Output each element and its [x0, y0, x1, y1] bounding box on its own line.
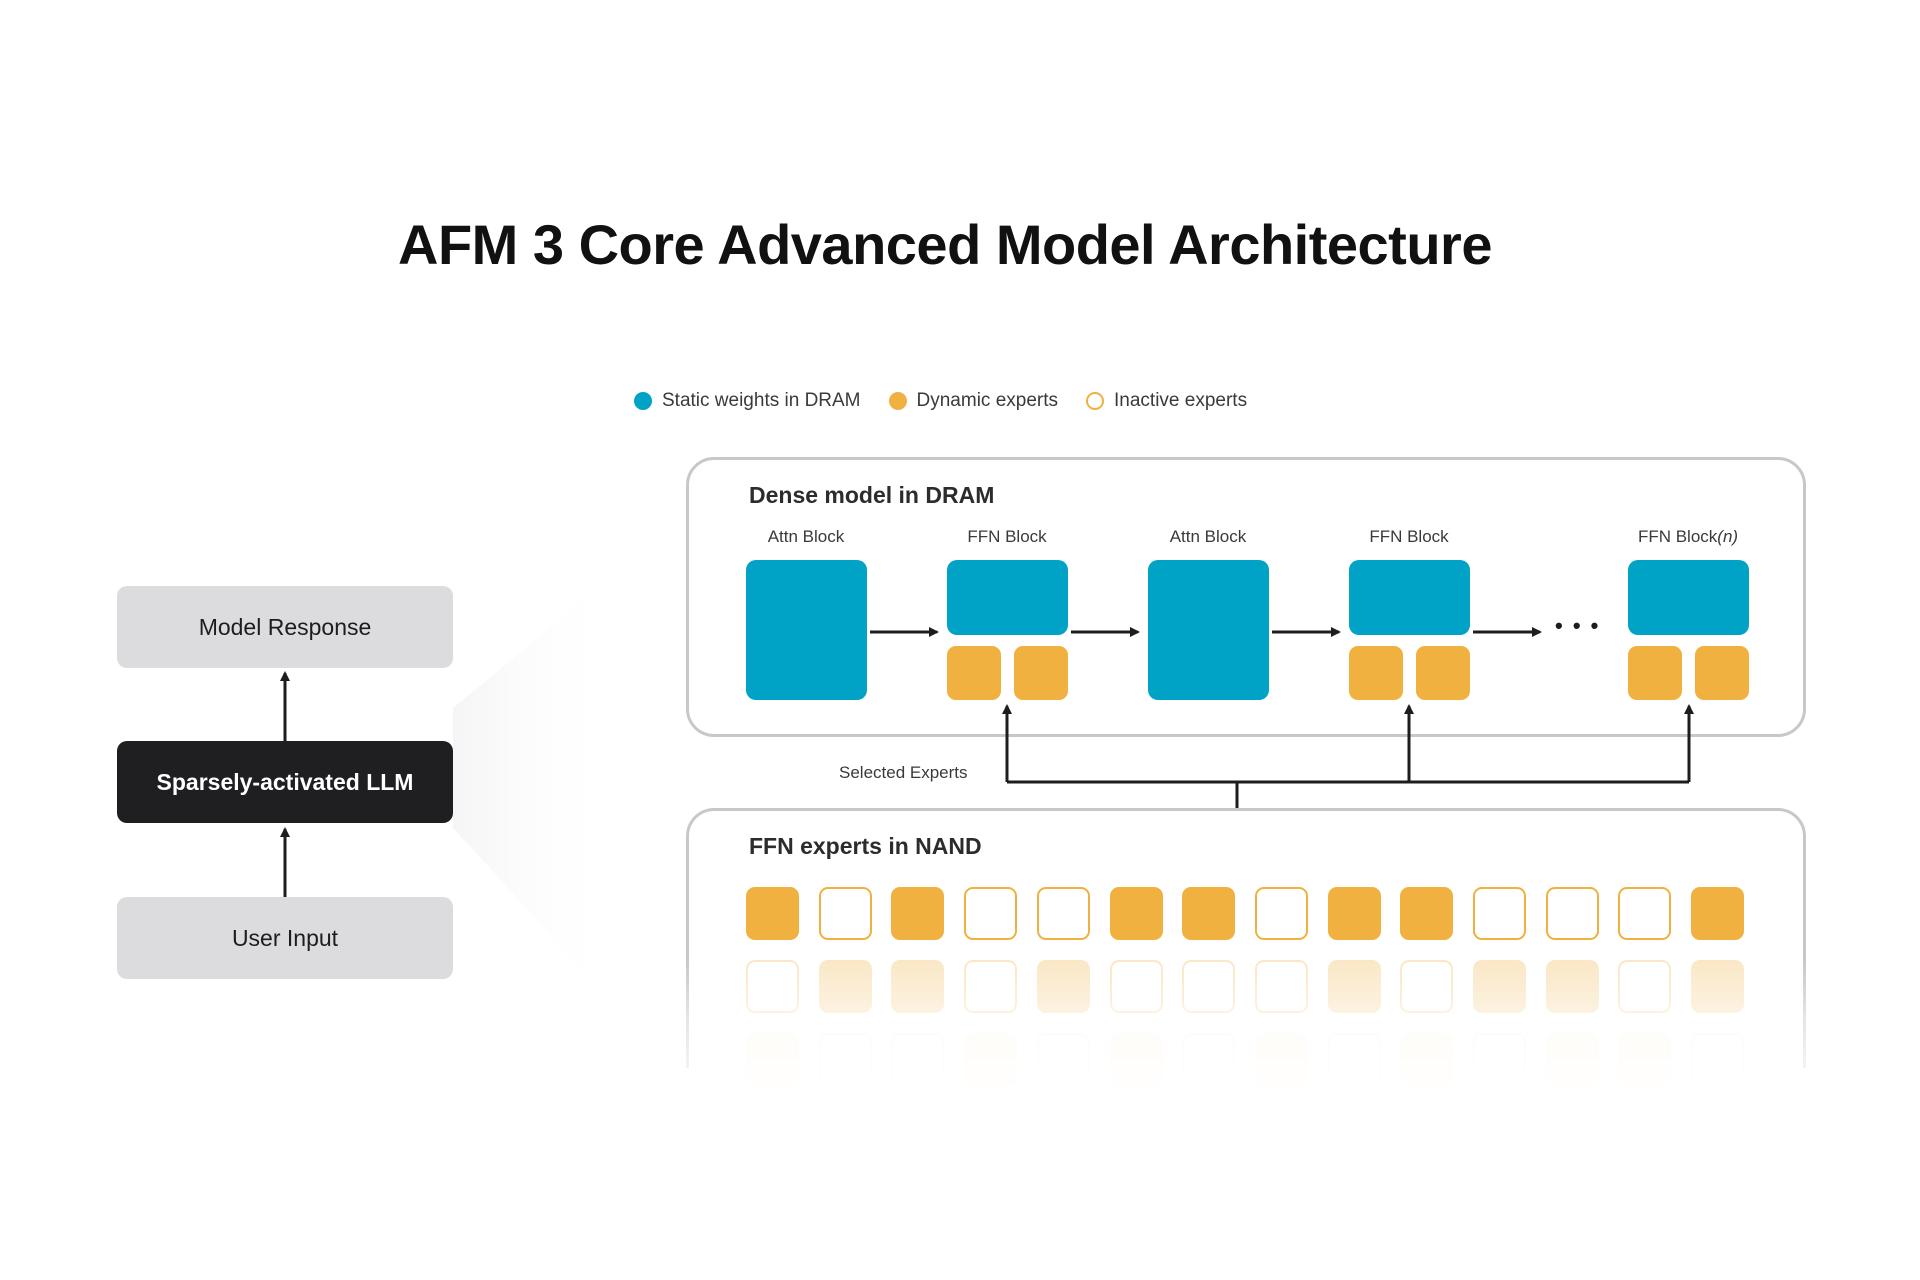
- connectors: [280, 627, 1694, 897]
